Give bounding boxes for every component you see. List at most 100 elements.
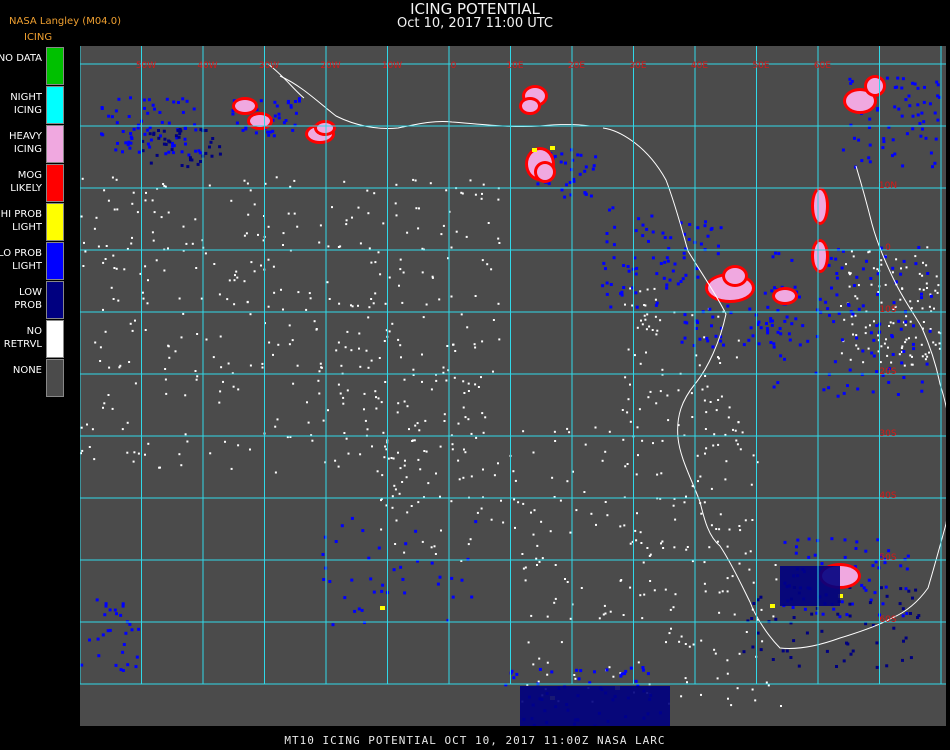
no-retrieval-pixel [914, 255, 917, 258]
icing-pixel [665, 286, 669, 290]
icing-pixel [905, 132, 909, 136]
longitude-label: 60E [814, 61, 831, 71]
icing-pixel [143, 132, 147, 136]
icing-pixel [149, 138, 153, 142]
icing-pixel [559, 160, 563, 164]
icing-pixel [795, 545, 798, 549]
no-retrieval-pixel [684, 677, 687, 680]
no-retrieval-pixel [739, 448, 742, 451]
icing-pixel [857, 307, 861, 311]
icing-pixel [766, 305, 770, 309]
no-retrieval-pixel [498, 338, 501, 341]
no-retrieval-pixel [261, 366, 264, 369]
icing-pixel [872, 338, 876, 342]
no-retrieval-pixel [345, 219, 348, 222]
no-retrieval-pixel [541, 557, 544, 560]
icing-pixel [719, 226, 723, 230]
icing-pixel [210, 154, 214, 158]
no-retrieval-pixel [464, 416, 467, 419]
icing-pixel [923, 85, 926, 89]
no-retrieval-pixel [128, 361, 131, 363]
icing-pixel [749, 326, 753, 330]
icing-pixel [772, 342, 776, 346]
icing-pixel [857, 138, 861, 142]
icing-pixel [926, 272, 930, 275]
no-retrieval-pixel [643, 314, 646, 317]
no-retrieval-pixel [926, 287, 928, 289]
no-retrieval-pixel [340, 364, 343, 367]
icing-pixel [777, 252, 781, 256]
icing-pixel [871, 390, 875, 394]
no-retrieval-pixel [378, 357, 381, 359]
no-retrieval-pixel [772, 615, 775, 618]
no-retrieval-pixel [925, 264, 928, 267]
icing-pixel [901, 164, 905, 168]
icing-pixel [785, 315, 789, 319]
no-retrieval-pixel [629, 586, 632, 589]
icing-pixel [827, 386, 831, 390]
icing-pixel [846, 384, 849, 388]
no-retrieval-pixel [916, 300, 919, 303]
no-retrieval-pixel [480, 376, 482, 379]
no-retrieval-pixel [395, 519, 398, 522]
no-retrieval-pixel [642, 561, 645, 564]
no-retrieval-pixel [595, 523, 597, 526]
no-retrieval-pixel [351, 216, 353, 219]
heavy-icing-cell [814, 242, 826, 270]
icing-pixel [798, 343, 802, 347]
no-retrieval-pixel [377, 251, 380, 254]
icing-pixel [801, 324, 805, 328]
no-retrieval-pixel [394, 202, 397, 205]
icing-pixel [88, 638, 91, 642]
icing-pixel [414, 529, 418, 533]
no-retrieval-pixel [108, 366, 111, 369]
no-retrieval-pixel [629, 287, 632, 290]
icing-pixel [917, 614, 921, 618]
hi-prob-light-pixel [532, 148, 537, 152]
icing-pixel [550, 670, 554, 674]
no-retrieval-pixel [514, 479, 517, 482]
icing-pixel [132, 127, 136, 131]
no-retrieval-pixel [718, 591, 721, 594]
icing-pixel [377, 546, 381, 550]
no-retrieval-pixel [857, 284, 860, 287]
no-retrieval-pixel [627, 398, 630, 401]
icing-pixel [294, 100, 297, 103]
no-retrieval-pixel [363, 408, 365, 411]
no-retrieval-pixel [213, 263, 216, 265]
icing-pixel [912, 324, 915, 328]
no-retrieval-pixel [700, 512, 703, 515]
no-retrieval-pixel [655, 333, 658, 336]
icing-pixel [836, 394, 840, 398]
no-retrieval-pixel [737, 421, 740, 424]
no-retrieval-pixel [406, 511, 409, 514]
icing-pixel [864, 549, 868, 553]
no-retrieval-pixel [641, 617, 644, 620]
no-retrieval-pixel [131, 202, 134, 205]
no-retrieval-pixel [86, 423, 88, 426]
icing-pixel [832, 607, 836, 611]
icing-pixel [241, 128, 245, 132]
icing-pixel [547, 182, 551, 186]
no-retrieval-pixel [273, 291, 276, 294]
icing-pixel [876, 292, 880, 296]
icing-pixel [579, 669, 583, 673]
no-retrieval-pixel [725, 460, 728, 463]
legend-swatch [46, 320, 64, 358]
no-retrieval-pixel [704, 428, 707, 430]
no-retrieval-pixel [93, 227, 96, 230]
no-retrieval-pixel [622, 438, 625, 441]
heavy-icing-cell [235, 100, 255, 112]
no-retrieval-pixel [438, 298, 441, 301]
icing-pixel [840, 600, 844, 604]
icing-pixel [369, 577, 373, 581]
no-retrieval-pixel [418, 429, 421, 432]
no-retrieval-pixel [889, 321, 892, 324]
no-retrieval-pixel [637, 661, 640, 664]
no-retrieval-pixel [474, 295, 477, 297]
icing-pixel [372, 590, 376, 594]
no-retrieval-pixel [659, 319, 662, 322]
no-retrieval-pixel [219, 390, 222, 393]
no-retrieval-pixel [451, 448, 454, 451]
no-retrieval-pixel [481, 412, 484, 415]
